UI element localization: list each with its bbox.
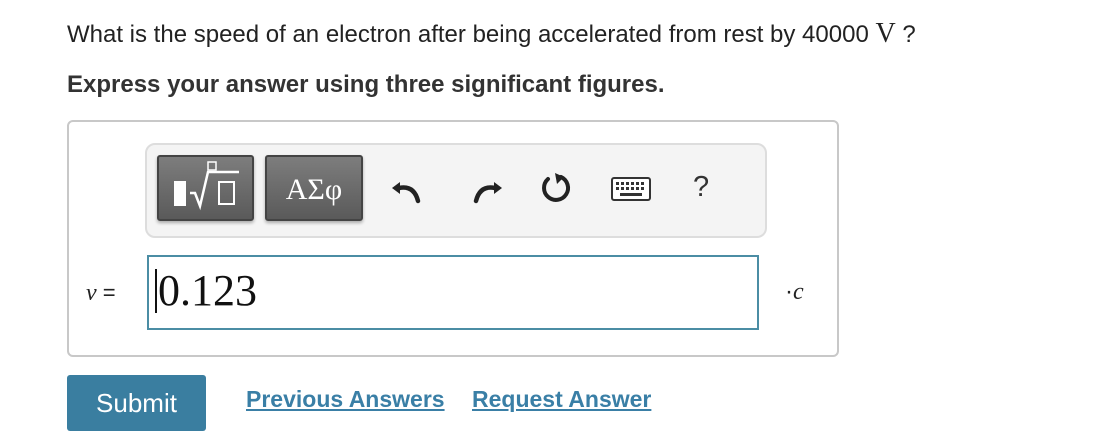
greek-symbols-label: ΑΣφ [285, 173, 343, 206]
question-text-after: ? [895, 21, 916, 48]
unit-symbol: c [793, 279, 804, 305]
submit-button[interactable]: Submit [67, 375, 206, 431]
help-button[interactable]: ? [693, 169, 709, 205]
reset-icon[interactable] [536, 168, 576, 208]
request-answer-link[interactable]: Request Answer [472, 386, 651, 413]
unit-label: ·c [785, 278, 804, 306]
redo-icon[interactable] [466, 168, 506, 208]
instruction-text: Express your answer using three signific… [67, 71, 665, 98]
answer-value: 0.123 [158, 266, 257, 315]
previous-answers-link[interactable]: Previous Answers [246, 386, 445, 413]
greek-symbols-button[interactable]: ΑΣφ [265, 155, 363, 221]
text-cursor [155, 269, 157, 313]
variable-label: v = [86, 280, 116, 307]
question-unit: V [875, 18, 896, 49]
keyboard-icon[interactable] [610, 172, 652, 204]
templates-button[interactable] [157, 155, 254, 221]
templates-icon [174, 161, 239, 211]
answer-input[interactable]: 0.123 [147, 255, 759, 330]
question-text-before: What is the speed of an electron after b… [67, 21, 876, 48]
unit-prefix: · [785, 278, 793, 305]
undo-icon[interactable] [388, 168, 428, 208]
question-text: What is the speed of an electron after b… [67, 18, 916, 51]
equals-sign: = [96, 280, 116, 305]
variable-symbol: v [86, 280, 97, 306]
